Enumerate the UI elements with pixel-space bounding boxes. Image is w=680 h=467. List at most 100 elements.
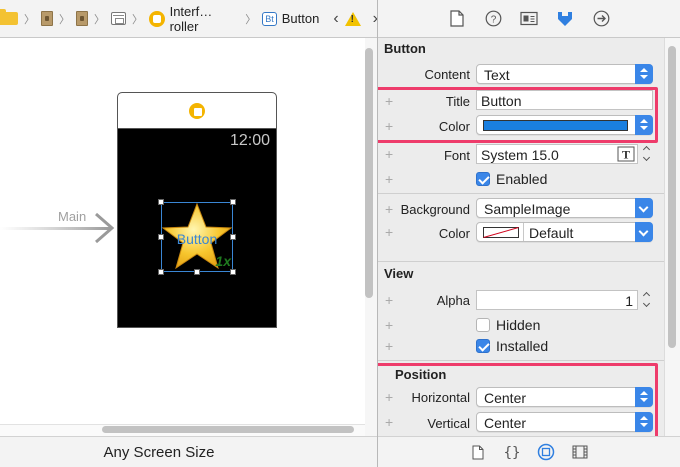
warning-icon[interactable] bbox=[344, 11, 361, 26]
alpha-field[interactable]: 1 bbox=[476, 290, 638, 310]
jump-crumb-button[interactable]: Bt Button bbox=[262, 0, 319, 38]
plus-icon[interactable]: + bbox=[385, 389, 393, 405]
hidden-checkbox[interactable] bbox=[476, 318, 490, 332]
jump-crumb-storyboard[interactable]: 〉 bbox=[111, 0, 149, 38]
content-popup[interactable]: Text bbox=[476, 64, 653, 84]
chevron-right-icon: 〉 bbox=[132, 13, 143, 26]
resize-handle[interactable] bbox=[158, 199, 164, 205]
content-label: Content bbox=[424, 67, 470, 82]
resize-handle[interactable] bbox=[158, 269, 164, 275]
selection-frame bbox=[161, 202, 233, 272]
enabled-label: Enabled bbox=[496, 171, 548, 187]
background-color-value: Default bbox=[529, 225, 574, 241]
plus-icon[interactable]: + bbox=[385, 338, 393, 354]
resize-handle[interactable] bbox=[230, 199, 236, 205]
jump-crumb-group[interactable]: 〉 bbox=[41, 0, 76, 38]
horizontal-label: Horizontal bbox=[411, 390, 470, 405]
object-library-icon bbox=[537, 443, 555, 461]
storyboard-canvas[interactable]: Main 12:00 Button 1x bbox=[0, 38, 365, 436]
jump-crumb-project[interactable]: 〉 bbox=[0, 0, 41, 38]
alpha-label: Alpha bbox=[436, 293, 470, 308]
interface-controller-scene[interactable]: 12:00 Button 1x bbox=[117, 92, 277, 328]
file-inspector-tab[interactable] bbox=[441, 7, 473, 31]
alpha-value: 1 bbox=[625, 293, 633, 309]
folder-icon bbox=[0, 9, 18, 25]
font-picker-icon[interactable]: T bbox=[617, 146, 635, 162]
vertical-label: Vertical bbox=[427, 416, 470, 431]
background-color-label: Color bbox=[438, 226, 470, 241]
resize-handle[interactable] bbox=[194, 269, 200, 275]
popup-arrows-icon bbox=[635, 412, 653, 432]
attributes-inspector-tab[interactable] bbox=[549, 7, 581, 31]
plus-icon[interactable]: + bbox=[385, 201, 393, 217]
question-icon: ? bbox=[485, 10, 501, 27]
title-label: Title bbox=[445, 94, 470, 109]
plus-icon[interactable]: + bbox=[385, 118, 393, 134]
inspector-selector-bar: ? bbox=[378, 0, 680, 38]
font-size-stepper[interactable] bbox=[642, 144, 653, 164]
size-class-label: Any Screen Size bbox=[103, 443, 215, 461]
arrow-circle-icon bbox=[593, 10, 609, 27]
horizontal-popup[interactable]: Center bbox=[476, 387, 653, 407]
attributes-shield-icon bbox=[558, 11, 572, 26]
file-template-library-tab[interactable] bbox=[461, 440, 495, 464]
canvas-horizontal-scroll-thumb[interactable] bbox=[102, 426, 354, 433]
hidden-label: Hidden bbox=[496, 317, 541, 333]
group-icon bbox=[76, 11, 88, 26]
plus-icon[interactable]: + bbox=[385, 146, 393, 162]
object-library-tab[interactable] bbox=[529, 440, 563, 464]
font-field[interactable]: System 15.0 T bbox=[476, 144, 638, 164]
resize-handle[interactable] bbox=[230, 234, 236, 240]
color-popup[interactable] bbox=[476, 115, 653, 135]
quick-help-tab[interactable]: ? bbox=[477, 7, 509, 31]
jump-crumb-label: Interf…roller bbox=[169, 3, 213, 34]
popup-arrows-icon bbox=[635, 64, 653, 84]
plus-icon[interactable]: + bbox=[385, 317, 393, 333]
code-snippet-library-tab[interactable]: {} bbox=[495, 440, 529, 464]
popup-arrows-icon bbox=[635, 115, 653, 135]
film-strip-icon bbox=[572, 445, 588, 459]
jump-crumb-controller[interactable]: Interf…roller 〉 bbox=[149, 0, 262, 38]
vertical-popup[interactable]: Center bbox=[476, 412, 653, 432]
content-value: Text bbox=[484, 67, 510, 83]
section-title-button: Button bbox=[384, 41, 426, 56]
media-library-tab[interactable] bbox=[563, 440, 597, 464]
plus-icon[interactable]: + bbox=[385, 414, 393, 430]
plus-icon[interactable]: + bbox=[385, 292, 393, 308]
connections-inspector-tab[interactable] bbox=[585, 7, 617, 31]
interface-controller-icon bbox=[149, 10, 165, 27]
section-divider bbox=[378, 193, 664, 194]
resize-handle[interactable] bbox=[230, 269, 236, 275]
braces-icon: {} bbox=[505, 445, 519, 460]
installed-checkbox[interactable] bbox=[476, 339, 490, 353]
inspector-scroll-thumb[interactable] bbox=[668, 46, 676, 348]
button-badge-icon: Bt bbox=[262, 11, 277, 26]
size-class-bar[interactable]: Any Screen Size bbox=[0, 436, 378, 467]
plus-icon[interactable]: + bbox=[385, 171, 393, 187]
font-label: Font bbox=[443, 148, 470, 163]
plus-icon[interactable]: + bbox=[385, 93, 393, 109]
interface-controller-icon[interactable] bbox=[189, 102, 205, 119]
canvas-vertical-scroll-thumb[interactable] bbox=[365, 48, 373, 298]
background-popup[interactable]: SampleImage bbox=[476, 198, 653, 218]
identity-card-icon bbox=[520, 11, 538, 26]
jump-crumb-label: Button bbox=[281, 11, 320, 26]
background-color-popup[interactable]: Default bbox=[476, 222, 653, 242]
enabled-checkbox[interactable] bbox=[476, 172, 490, 186]
plus-icon[interactable]: + bbox=[385, 224, 393, 240]
chevron-left-icon[interactable]: ‹ bbox=[333, 10, 338, 28]
color-swatch bbox=[483, 120, 628, 131]
alpha-stepper[interactable] bbox=[642, 290, 653, 310]
resize-handle[interactable] bbox=[158, 234, 164, 240]
title-field[interactable]: Button bbox=[476, 90, 653, 110]
library-selector-bar: {} bbox=[378, 436, 680, 467]
jump-crumb-subgroup[interactable]: 〉 bbox=[76, 0, 111, 38]
vertical-value: Center bbox=[484, 415, 527, 431]
jump-bar: 〉 〉 〉 〉 Interf…roller 〉 Bt Button ‹ › bbox=[0, 0, 378, 38]
chevron-right-icon: 〉 bbox=[94, 13, 105, 26]
identity-inspector-tab[interactable] bbox=[513, 7, 545, 31]
color-label: Color bbox=[438, 119, 470, 134]
svg-text:{}: {} bbox=[505, 445, 519, 460]
section-title-position: Position bbox=[395, 367, 447, 382]
horizontal-value: Center bbox=[484, 390, 527, 406]
